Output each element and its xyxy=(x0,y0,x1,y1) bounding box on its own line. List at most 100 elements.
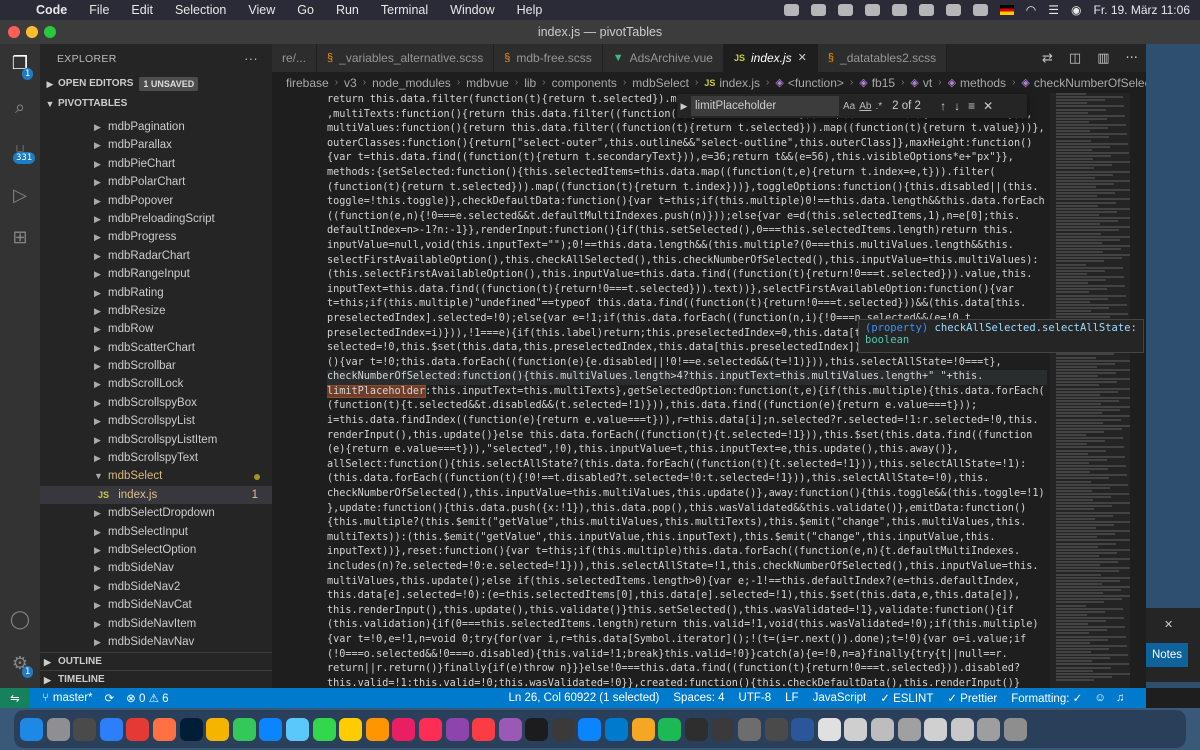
dock-app-icon[interactable] xyxy=(764,717,788,741)
split-editor-icon[interactable]: ▥ xyxy=(1097,51,1109,66)
find-input[interactable] xyxy=(691,96,839,116)
status-app-icon[interactable] xyxy=(972,4,988,16)
open-editors-section[interactable]: ▶ OPEN EDITORS 1 UNSAVED xyxy=(40,74,272,94)
code-line[interactable]: (this.validation){if(0===this.selectedIt… xyxy=(327,618,1047,633)
menu-run[interactable]: Run xyxy=(336,3,359,17)
zoom-window-button[interactable] xyxy=(44,26,56,38)
code-line[interactable]: checkNumberOfSelected(),this.inputValue=… xyxy=(327,487,1047,502)
code-line[interactable]: i=this.data.findIndex((function(e){retur… xyxy=(327,414,1047,429)
open-changes-icon[interactable]: ◫ xyxy=(1069,51,1081,66)
dock-app-icon[interactable] xyxy=(924,717,948,741)
notifications-bell-icon[interactable]: ♫ xyxy=(1116,692,1125,704)
editor-tab[interactable]: § _variables_alternative.scss xyxy=(317,44,495,72)
dock-app-icon[interactable] xyxy=(578,717,602,741)
german-flag-icon[interactable] xyxy=(999,5,1014,15)
dock-app-icon[interactable] xyxy=(472,717,496,741)
code-line[interactable]: },update:function(){this.data.push({x:!1… xyxy=(327,502,1047,517)
code-line[interactable]: outerClasses:function(){return["select-o… xyxy=(327,137,1047,152)
code-content[interactable]: return this.data.filter(function(t){retu… xyxy=(327,93,1047,688)
find-in-selection-icon[interactable]: ≡ xyxy=(968,99,975,113)
breadcrumb-item[interactable]: vt xyxy=(923,76,932,90)
tree-folder-mdbrating[interactable]: ▶ mdbRating xyxy=(40,284,272,302)
dock-app-icon[interactable] xyxy=(232,717,256,741)
feedback-icon[interactable]: ☺ xyxy=(1094,692,1106,704)
dock-app-icon[interactable] xyxy=(445,717,469,741)
encoding[interactable]: UTF-8 xyxy=(739,692,772,704)
menu-clock[interactable]: Fr. 19. März 11:06 xyxy=(1094,3,1191,17)
code-line[interactable]: (this.selectFirstAvailableOption(),this.… xyxy=(327,268,1047,283)
tree-file-index-js[interactable]: JS index.js 1 xyxy=(40,485,272,505)
dock-app-icon[interactable] xyxy=(418,717,442,741)
tree-folder-mdbpolarchart[interactable]: ▶ mdbPolarChart xyxy=(40,173,272,191)
tree-folder-mdbparallax[interactable]: ▶ mdbParallax xyxy=(40,136,272,154)
code-line[interactable]: renderInput(),this.update()}else this.da… xyxy=(327,429,1047,444)
dock-app-icon[interactable] xyxy=(179,717,203,741)
code-line[interactable]: return||r.return()}finally{if(e)throw n}… xyxy=(327,662,1047,677)
tree-folder-mdbsidenavcat[interactable]: ▶ mdbSideNavCat xyxy=(40,596,272,614)
dock-app-icon[interactable] xyxy=(631,717,655,741)
dock-app-icon[interactable] xyxy=(658,717,682,741)
dock-app-icon[interactable] xyxy=(1003,717,1027,741)
status-app-icon[interactable] xyxy=(810,4,826,16)
dock-app-icon[interactable] xyxy=(73,717,97,741)
breadcrumb-item[interactable]: index.js xyxy=(719,76,760,90)
tree-folder-mdbrangeinput[interactable]: ▶ mdbRangeInput xyxy=(40,265,272,283)
tree-folder-mdbsidenav2[interactable]: ▶ mdbSideNav2 xyxy=(40,578,272,596)
remote-indicator-icon[interactable]: ⇋ xyxy=(0,688,30,708)
next-match-icon[interactable]: ↓ xyxy=(954,99,960,113)
code-line[interactable]: inputText))},reset:function(){var t=this… xyxy=(327,545,1047,560)
status-app-icon[interactable] xyxy=(837,4,853,16)
editor-tab[interactable]: § mdb-free.scss xyxy=(494,44,603,72)
code-line[interactable]: this.valid=!1:this.valid=!0;this.wasVali… xyxy=(327,677,1047,688)
tree-folder-mdbselect[interactable]: ▼ mdbSelect xyxy=(40,467,272,485)
tree-folder-mdbpreloadingscript[interactable]: ▶ mdbPreloadingScript xyxy=(40,210,272,228)
menu-file[interactable]: File xyxy=(89,3,109,17)
dock-app-icon[interactable] xyxy=(312,717,336,741)
editor-tab[interactable]: re/... xyxy=(272,44,318,72)
code-line[interactable]: (function(t){return t.selected})).map((f… xyxy=(327,181,1047,196)
code-line[interactable]: {var t=this.data.find((function(t){retur… xyxy=(327,151,1047,166)
breadcrumb-item[interactable]: fb15 xyxy=(872,76,895,90)
editor-tab[interactable]: ▼ AdsArchive.vue xyxy=(602,44,724,72)
code-line[interactable]: multiValues:function(){return this.data.… xyxy=(327,122,1047,137)
status-app-icon[interactable] xyxy=(918,4,934,16)
code-line[interactable]: inputValue=null,void(this.inputText="");… xyxy=(327,239,1047,254)
editor-tab[interactable]: JS index.js ✕ xyxy=(723,44,818,72)
formatting-status[interactable]: Formatting: ✓ xyxy=(1011,691,1082,705)
tree-folder-mdbscatterchart[interactable]: ▶ mdbScatterChart xyxy=(40,339,272,357)
dock-app-icon[interactable] xyxy=(152,717,176,741)
end-of-line[interactable]: LF xyxy=(785,692,798,704)
breadcrumb-item[interactable]: mdbvue xyxy=(466,76,509,90)
cursor-position[interactable]: Ln 26, Col 60922 (1 selected) xyxy=(509,692,660,704)
prettier-status[interactable]: ✓ Prettier xyxy=(947,691,997,705)
tree-folder-mdbprogress[interactable]: ▶ mdbProgress xyxy=(40,228,272,246)
dock-app-icon[interactable] xyxy=(498,717,522,741)
match-word-toggle[interactable]: Ab xyxy=(859,101,871,112)
code-line[interactable]: (this.data.forEach((function(t){!0!==t.d… xyxy=(327,472,1047,487)
code-line[interactable]: allSelect:function(){this.selectAllState… xyxy=(327,458,1047,473)
breadcrumb-item[interactable]: <function> xyxy=(788,76,844,90)
compare-icon[interactable]: ⇄ xyxy=(1042,51,1053,66)
problems-indicator[interactable]: ⊗ 0 ⚠ 6 xyxy=(126,691,168,705)
sync-icon[interactable]: ⟳ xyxy=(105,691,115,705)
close-icon[interactable]: ✕ xyxy=(1164,618,1173,631)
dock-app-icon[interactable] xyxy=(977,717,1001,741)
breadcrumb-item[interactable]: v3 xyxy=(344,76,357,90)
code-line[interactable]: selectFirstAvailableOption(),this.checkA… xyxy=(327,254,1047,269)
tree-folder-mdbpiechart[interactable]: ▶ mdbPieChart xyxy=(40,155,272,173)
account-icon[interactable]: ◯ xyxy=(8,608,32,632)
tree-folder-mdbsidenavitem[interactable]: ▶ mdbSideNavItem xyxy=(40,615,272,633)
status-app-icon[interactable] xyxy=(783,4,799,16)
code-line[interactable]: (function(t){t.selected&&t.disabled&&(t.… xyxy=(327,399,1047,414)
menu-terminal[interactable]: Terminal xyxy=(381,3,428,17)
dock-app-icon[interactable] xyxy=(871,717,894,741)
close-icon[interactable]: ✕ xyxy=(983,99,993,113)
breadcrumb-item[interactable]: methods xyxy=(960,76,1006,90)
dock-app-icon[interactable] xyxy=(46,717,70,741)
code-editor[interactable]: return this.data.filter(function(t){retu… xyxy=(272,93,1146,688)
notes-button[interactable]: Notes xyxy=(1146,643,1188,667)
branch-indicator[interactable]: ⑂ master* xyxy=(42,692,93,704)
language-mode[interactable]: JavaScript xyxy=(813,692,867,704)
code-line[interactable]: t=this;if(this.multiple)"undefined"==typ… xyxy=(327,297,1047,312)
breadcrumb-item[interactable]: node_modules xyxy=(372,76,451,90)
